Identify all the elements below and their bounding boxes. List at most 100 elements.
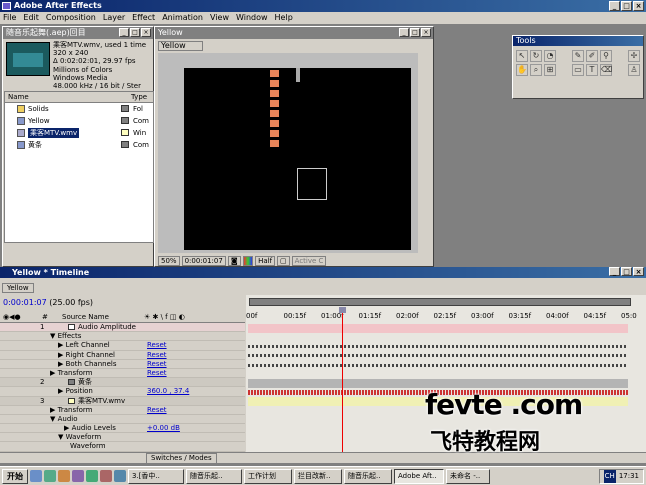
view-dropdown[interactable]: Active C <box>291 255 327 266</box>
menu-edit[interactable]: Edit <box>23 12 39 24</box>
comp-canvas[interactable] <box>184 68 411 250</box>
name-column-header[interactable]: Name <box>5 92 117 102</box>
property-row[interactable]: ▶ Audio Levels +0.00 dB <box>0 424 245 434</box>
type-column-header[interactable]: Type <box>117 92 147 102</box>
layer-anchor-handle[interactable] <box>296 68 300 82</box>
current-time-value[interactable]: 0:00:01:07 <box>3 298 47 307</box>
project-item[interactable]: 黄条 Com <box>5 139 153 151</box>
selected-layer-bounds[interactable] <box>297 168 327 200</box>
language-indicator[interactable]: CH <box>603 470 616 483</box>
project-minimize-button[interactable]: _ <box>119 28 129 37</box>
composition-tab[interactable]: Yellow <box>158 41 203 51</box>
effect-row[interactable]: ▶ Left Channel Reset <box>0 341 245 351</box>
roi-icon[interactable]: ▢ <box>277 255 290 266</box>
camera-icon[interactable]: ◙ <box>227 255 241 266</box>
comp-close-button[interactable]: × <box>421 28 431 37</box>
property-row[interactable]: Waveform <box>0 442 245 452</box>
project-maximize-button[interactable]: □ <box>130 28 140 37</box>
orbit-tool-icon[interactable]: ◔ <box>544 50 556 62</box>
project-item-selected[interactable]: 乘客MTV.wmv Win <box>5 127 153 139</box>
layer-row[interactable]: 2 黄条 <box>0 378 245 388</box>
taskbar-button[interactable]: 工作计划 <box>244 468 292 484</box>
menu-view[interactable]: View <box>210 12 229 24</box>
quicklaunch-app-icon[interactable] <box>114 470 126 482</box>
taskbar-button[interactable]: 3.[香中.. <box>128 468 184 484</box>
resolution-dropdown[interactable]: Half <box>255 255 276 266</box>
timeline-maximize-button[interactable]: □ <box>621 267 632 276</box>
layer-row[interactable]: 1 Audio Amplitude <box>0 323 245 333</box>
keyframe-track[interactable] <box>248 364 628 367</box>
keyframe-track[interactable] <box>248 354 628 357</box>
quicklaunch-desktop-icon[interactable] <box>44 470 56 482</box>
rectangle-mask-tool-icon[interactable]: ▭ <box>572 64 584 76</box>
position-value[interactable]: 360.0 , 37.4 <box>147 387 189 396</box>
reset-link[interactable]: Reset <box>147 341 167 350</box>
hand-tool-icon[interactable]: ✋ <box>516 64 528 76</box>
axis-tool-icon[interactable]: ✢ <box>628 50 640 62</box>
timeline-minimize-button[interactable]: _ <box>609 267 620 276</box>
taskbar-button-active[interactable]: Adobe Aft.. <box>394 468 444 484</box>
zoom-dropdown[interactable]: 50% <box>158 255 180 266</box>
pan-behind-tool-icon[interactable]: ⊞ <box>544 64 556 76</box>
reset-link[interactable]: Reset <box>147 369 167 378</box>
project-item[interactable]: Yellow Com <box>5 115 153 127</box>
reset-link[interactable]: Reset <box>147 351 167 360</box>
project-item[interactable]: Solids Fol <box>5 103 153 115</box>
project-close-button[interactable]: × <box>141 28 151 37</box>
menu-layer[interactable]: Layer <box>103 12 125 24</box>
taskbar-button[interactable]: 拦目改新.. <box>294 468 342 484</box>
rotate-tool-icon[interactable]: ↻ <box>530 50 542 62</box>
taskbar-button[interactable]: 随音乐起.. <box>344 468 392 484</box>
menu-window[interactable]: Window <box>236 12 268 24</box>
timeline-current-time[interactable]: 0:00:01:07 (25.00 fps) <box>3 298 93 307</box>
comp-minimize-button[interactable]: _ <box>399 28 409 37</box>
property-group-row[interactable]: ▼ Effects <box>0 332 245 342</box>
property-group-row[interactable]: ▼ Audio <box>0 415 245 425</box>
channel-icon[interactable] <box>242 255 254 266</box>
source-name-header[interactable]: Source Name <box>62 313 144 321</box>
property-group-row[interactable]: ▼ Waveform <box>0 433 245 443</box>
layer-row[interactable]: 3 乘客MTV.wmv <box>0 396 245 406</box>
menu-file[interactable]: File <box>3 12 16 24</box>
quicklaunch-app-icon[interactable] <box>86 470 98 482</box>
quicklaunch-ie-icon[interactable] <box>30 470 42 482</box>
start-button[interactable]: 开始 <box>2 468 28 484</box>
quicklaunch-app-icon[interactable] <box>100 470 112 482</box>
menu-help[interactable]: Help <box>275 12 293 24</box>
close-button[interactable]: × <box>633 1 644 11</box>
brush-tool-icon[interactable]: ✐ <box>586 50 598 62</box>
zoom-tool-icon[interactable]: ⌕ <box>530 64 542 76</box>
pen-tool-icon[interactable]: ✎ <box>572 50 584 62</box>
eraser-tool-icon[interactable]: ⌫ <box>600 64 612 76</box>
taskbar-button[interactable]: 未命名 -.. <box>446 468 490 484</box>
property-group-row[interactable]: ▶ Transform Reset <box>0 369 245 379</box>
layer-duration-bar[interactable] <box>248 324 628 333</box>
menu-composition[interactable]: Composition <box>46 12 96 24</box>
composition-viewer[interactable] <box>158 53 418 253</box>
current-time-display[interactable]: 0:00:01:07 <box>181 255 226 266</box>
puppet-tool-icon[interactable]: ♙ <box>628 64 640 76</box>
property-row[interactable]: ▶ Position 360.0 , 37.4 <box>0 387 245 397</box>
taskbar-button[interactable]: 随音乐起.. <box>186 468 242 484</box>
maximize-button[interactable]: □ <box>621 1 632 11</box>
keyframe-track[interactable] <box>248 345 628 348</box>
timeline-tab[interactable]: Yellow <box>2 283 34 293</box>
layer-duration-bar[interactable] <box>248 379 628 388</box>
effect-row[interactable]: ▶ Both Channels Reset <box>0 360 245 369</box>
menu-animation[interactable]: Animation <box>162 12 203 24</box>
text-tool-icon[interactable]: T <box>586 64 598 76</box>
quicklaunch-media-icon[interactable] <box>58 470 70 482</box>
time-ruler[interactable]: 00f 00:15f 01:00f 01:15f 02:00f 02:15f 0… <box>246 312 637 324</box>
timeline-close-button[interactable]: × <box>633 267 644 276</box>
reset-link[interactable]: Reset <box>147 406 167 415</box>
tray-clock[interactable]: 17:31 <box>619 470 639 483</box>
comp-maximize-button[interactable]: □ <box>410 28 420 37</box>
minimize-button[interactable]: _ <box>609 1 620 11</box>
time-navigator[interactable] <box>249 298 631 306</box>
reset-link[interactable]: Reset <box>147 360 167 369</box>
menu-effect[interactable]: Effect <box>132 12 155 24</box>
effect-row[interactable]: ▶ Right Channel Reset <box>0 351 245 360</box>
audio-levels-value[interactable]: +0.00 dB <box>147 424 180 433</box>
property-group-row[interactable]: ▶ Transform Reset <box>0 406 245 415</box>
current-time-indicator[interactable] <box>339 307 346 454</box>
